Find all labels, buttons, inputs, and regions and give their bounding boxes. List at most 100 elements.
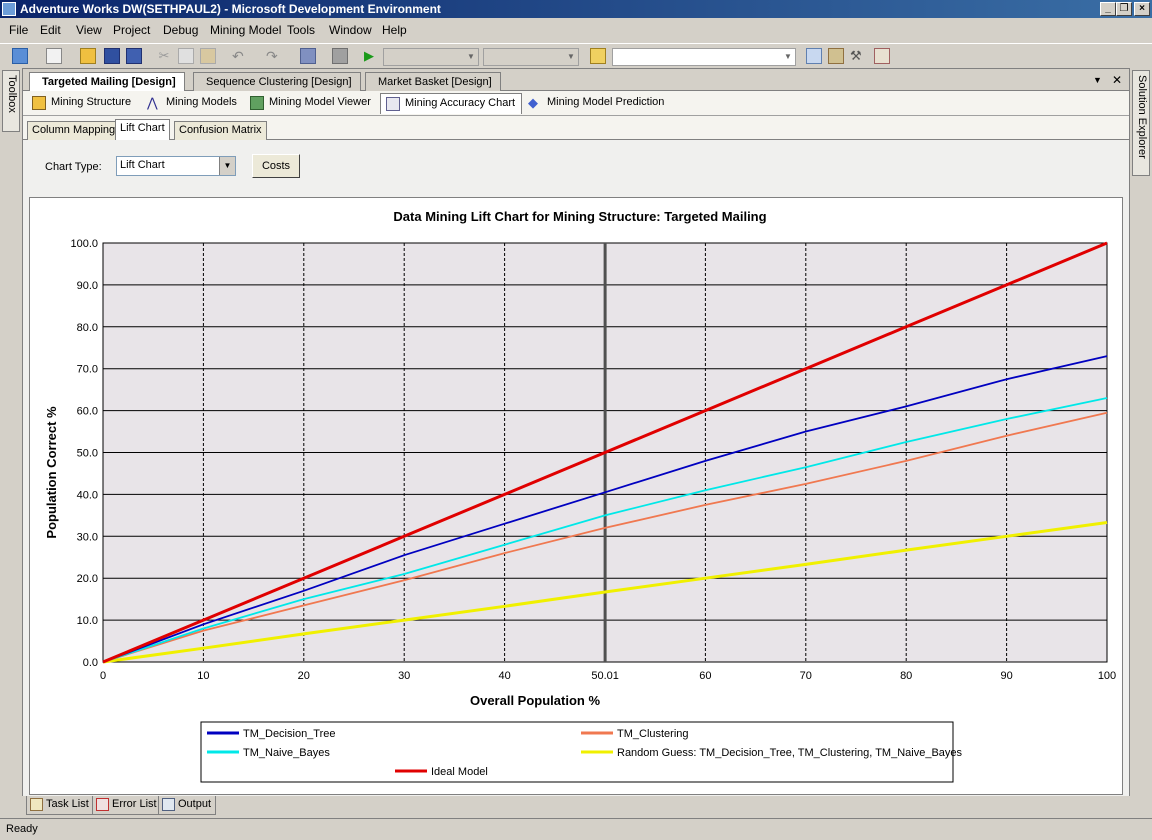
tab-mining-models[interactable]: ⋀ Mining Models: [142, 93, 243, 114]
open-folder-icon[interactable]: [80, 48, 96, 64]
y-tick-label: 10.0: [77, 615, 98, 627]
menu-edit[interactable]: Edit: [40, 23, 61, 37]
tab-mining-accuracy-chart[interactable]: Mining Accuracy Chart: [380, 93, 523, 114]
y-tick-label: 50.0: [77, 448, 98, 460]
y-tick-label: 90.0: [77, 280, 98, 292]
undo-icon[interactable]: ↶: [232, 48, 248, 64]
close-icon: ×: [1139, 3, 1145, 14]
save-icon[interactable]: [104, 48, 120, 64]
tab-mining-model-prediction[interactable]: ◆ Mining Model Prediction: [523, 93, 670, 114]
tab-label: Sequence Clustering [Design]: [206, 76, 352, 88]
mining-models-icon: ⋀: [147, 95, 158, 110]
menu-help[interactable]: Help: [382, 23, 407, 37]
tab-mining-model-viewer[interactable]: Mining Model Viewer: [245, 93, 377, 114]
menu-mining-model[interactable]: Mining Model: [210, 23, 281, 37]
window-title: Adventure Works DW(SETHPAUL2) - Microsof…: [20, 2, 441, 16]
object-browser-icon[interactable]: [874, 48, 890, 64]
legend-label: TM_Naive_Bayes: [243, 747, 330, 759]
tab-label: Mining Model Prediction: [547, 96, 665, 108]
toolbox-tab[interactable]: Toolbox: [2, 70, 20, 132]
window-position-icon[interactable]: ▼: [1093, 75, 1102, 85]
bottom-tab-strip: Task List Error List Output: [22, 796, 1130, 816]
tab-label: Mining Accuracy Chart: [405, 97, 516, 109]
chart-type-select[interactable]: Lift Chart ▼: [116, 156, 236, 176]
menu-debug[interactable]: Debug: [163, 23, 198, 37]
costs-button[interactable]: Costs: [252, 154, 300, 178]
chevron-down-icon: ▼: [467, 52, 475, 61]
mining-structure-icon: [32, 96, 46, 110]
navigate-backward-icon[interactable]: [300, 48, 316, 64]
document-tab-strip: Targeted Mailing [Design] Sequence Clust…: [23, 69, 1129, 92]
menu-tools[interactable]: Tools: [287, 23, 315, 37]
solution-config-combo[interactable]: ▼: [383, 48, 479, 66]
menu-view[interactable]: View: [76, 23, 102, 37]
chevron-down-icon: ▼: [567, 52, 575, 61]
right-dock-strip: Solution Explorer: [1130, 68, 1152, 796]
minimize-button[interactable]: _: [1100, 2, 1116, 16]
x-tick-label: 100: [1098, 670, 1116, 682]
solution-explorer-label: Solution Explorer: [1136, 75, 1148, 159]
copy-icon[interactable]: [178, 48, 194, 64]
close-button[interactable]: ×: [1134, 2, 1150, 16]
tab-confusion-matrix[interactable]: Confusion Matrix: [174, 121, 267, 140]
y-tick-label: 60.0: [77, 406, 98, 418]
x-tick-label: 40: [498, 670, 510, 682]
lift-chart-pane: Chart Type: Lift Chart ▼ Costs Data Mini…: [23, 140, 1129, 796]
tab-sequence-clustering-design[interactable]: Sequence Clustering [Design]: [193, 72, 361, 91]
tab-targeted-mailing-design[interactable]: Targeted Mailing [Design]: [29, 72, 185, 92]
tab-column-mapping[interactable]: Column Mapping: [27, 121, 121, 140]
close-document-icon[interactable]: ✕: [1112, 73, 1122, 87]
save-all-icon[interactable]: [126, 48, 142, 64]
x-tick-label: 30: [398, 670, 410, 682]
menu-project[interactable]: Project: [113, 23, 150, 37]
x-tick-label: 20: [298, 670, 310, 682]
redo-icon[interactable]: ↷: [266, 48, 282, 64]
menu-window[interactable]: Window: [329, 23, 372, 37]
properties-icon[interactable]: [828, 48, 844, 64]
standard-toolbar: ✂ ↶ ↷ ▶ ▼ ▼ ▼ ⚒: [0, 43, 1152, 69]
solution-explorer-tab[interactable]: Solution Explorer: [1132, 70, 1150, 176]
solution-explorer-icon[interactable]: [806, 48, 822, 64]
toolbox-label: Toolbox: [6, 75, 18, 113]
tab-mining-structure[interactable]: Mining Structure: [27, 93, 137, 114]
find-in-files-icon[interactable]: [590, 48, 606, 64]
tab-lift-chart[interactable]: Lift Chart: [115, 119, 170, 140]
solution-platform-combo[interactable]: ▼: [483, 48, 579, 66]
title-bar: Adventure Works DW(SETHPAUL2) - Microsof…: [0, 0, 1152, 18]
tab-output[interactable]: Output: [158, 796, 217, 815]
y-tick-label: 30.0: [77, 531, 98, 543]
status-text: Ready: [6, 823, 38, 835]
start-debug-icon[interactable]: ▶: [364, 48, 380, 64]
restore-icon: ❐: [1119, 3, 1129, 14]
find-combo[interactable]: ▼: [612, 48, 796, 66]
navigate-forward-icon[interactable]: [332, 48, 348, 64]
left-dock-strip: Toolbox: [0, 68, 22, 796]
output-icon: [162, 798, 175, 811]
chart-title: Data Mining Lift Chart for Mining Struct…: [393, 209, 766, 224]
chevron-down-icon[interactable]: ▼: [219, 157, 235, 175]
x-tick-label: 0: [100, 670, 106, 682]
new-project-icon[interactable]: [12, 48, 28, 64]
menu-file[interactable]: File: [9, 23, 28, 37]
restore-button[interactable]: ❐: [1116, 2, 1132, 16]
error-list-icon: [96, 798, 109, 811]
legend-label: Ideal Model: [431, 766, 488, 778]
y-tick-label: 70.0: [77, 364, 98, 376]
tools-icon[interactable]: ⚒: [850, 48, 866, 64]
x-tick-label: 10: [197, 670, 209, 682]
tab-task-list[interactable]: Task List: [26, 796, 94, 815]
paste-icon[interactable]: [200, 48, 216, 64]
add-item-icon[interactable]: [46, 48, 62, 64]
tab-label: Task List: [46, 798, 89, 810]
y-axis-label: Population Correct %: [44, 406, 59, 539]
tab-error-list[interactable]: Error List: [92, 796, 162, 815]
document-area: Targeted Mailing [Design] Sequence Clust…: [22, 68, 1130, 796]
x-axis-label: Overall Population %: [470, 693, 600, 708]
tab-market-basket-design[interactable]: Market Basket [Design]: [365, 72, 501, 91]
cut-icon[interactable]: ✂: [156, 48, 172, 64]
x-tick-label: 80: [900, 670, 912, 682]
y-tick-label: 80.0: [77, 322, 98, 334]
legend-label: TM_Decision_Tree: [243, 728, 336, 740]
tab-label: Error List: [112, 798, 157, 810]
tab-label: Output: [178, 798, 212, 810]
